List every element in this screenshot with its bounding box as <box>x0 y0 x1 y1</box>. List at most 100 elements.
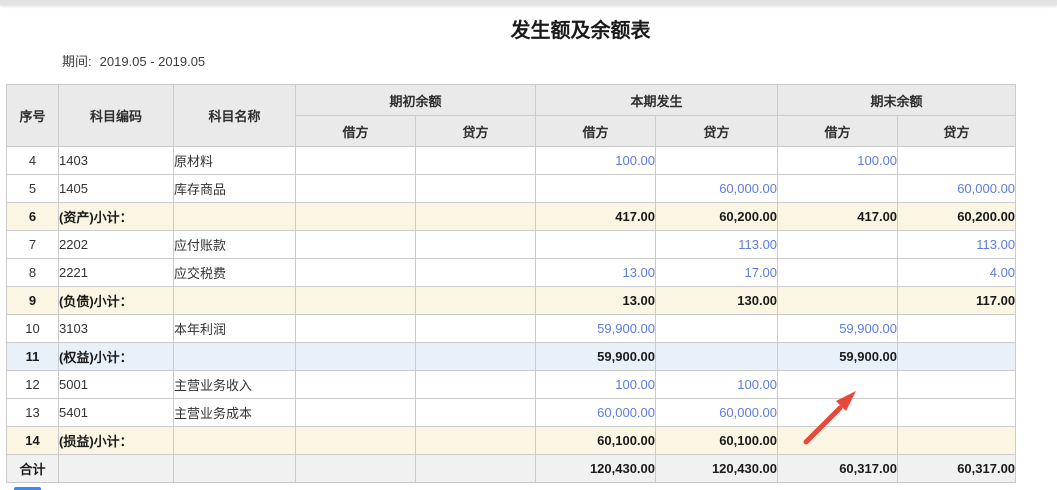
cell-ending-credit: 117.00 <box>898 287 1016 315</box>
cell-ending-debit: 60,317.00 <box>778 455 898 483</box>
cell-current-debit-link[interactable]: 60,000.00 <box>536 399 656 427</box>
cell-name: 主营业务成本 <box>174 399 296 427</box>
cell-ending-debit-link[interactable]: 59,900.00 <box>778 315 898 343</box>
col-header-ending-credit: 贷方 <box>898 116 1016 147</box>
cell-ending-debit: 417.00 <box>778 203 898 231</box>
cell-ending-credit <box>898 315 1016 343</box>
cell-seq: 8 <box>7 259 59 287</box>
cell-name: 原材料 <box>174 147 296 175</box>
cell-current-credit <box>656 343 778 371</box>
cell-current-debit-link[interactable]: 13.00 <box>536 259 656 287</box>
cell-current-credit: 60,200.00 <box>656 203 778 231</box>
cell-current-debit <box>536 175 656 203</box>
period-line: 期间: 2019.05 - 2019.05 <box>62 51 205 70</box>
cell-name: 应交税费 <box>174 259 296 287</box>
cell-ending-credit <box>898 427 1016 455</box>
period-label: 期间: <box>62 54 92 69</box>
cell-seq: 12 <box>7 371 59 399</box>
col-group-current-period: 本期发生 <box>536 85 778 116</box>
cell-opening-credit <box>416 231 536 259</box>
period-value: 2019.05 - 2019.05 <box>100 54 206 69</box>
cell-current-credit-link[interactable]: 60,000.00 <box>656 399 778 427</box>
cell-opening-debit <box>296 399 416 427</box>
cell-name <box>174 343 296 371</box>
cell-ending-credit <box>898 147 1016 175</box>
cell-ending-credit: 60,317.00 <box>898 455 1016 483</box>
cell-ending-credit <box>898 371 1016 399</box>
cell-ending-debit-link[interactable]: 100.00 <box>778 147 898 175</box>
cell-opening-credit <box>416 371 536 399</box>
cell-opening-debit <box>296 231 416 259</box>
cell-current-credit <box>656 315 778 343</box>
cell-seq: 5 <box>7 175 59 203</box>
cell-seq: 11 <box>7 343 59 371</box>
col-header-current-credit: 贷方 <box>656 116 778 147</box>
cell-current-credit-link[interactable]: 60,000.00 <box>656 175 778 203</box>
cell-opening-debit <box>296 427 416 455</box>
cell-ending-credit <box>898 343 1016 371</box>
cell-current-credit-link[interactable]: 100.00 <box>656 371 778 399</box>
table-row-4: 4 1403 原材料 100.00 100.00 <box>7 147 1016 175</box>
table-row-5: 5 1405 库存商品 60,000.00 60,000.00 <box>7 175 1016 203</box>
cell-code: 1405 <box>59 175 174 203</box>
cell-opening-debit <box>296 147 416 175</box>
cell-total-label: 合计 <box>7 455 59 483</box>
col-group-ending-balance: 期末余额 <box>778 85 1016 116</box>
cell-current-debit-link[interactable]: 100.00 <box>536 147 656 175</box>
cell-ending-credit <box>898 399 1016 427</box>
header-group-row: 序号 科目编码 科目名称 期初余额 本期发生 期末余额 <box>7 85 1016 116</box>
cell-current-credit: 120,430.00 <box>656 455 778 483</box>
cell-opening-credit <box>416 427 536 455</box>
subtotal-row-equity: 11 (权益)小计： 59,900.00 59,900.00 <box>7 343 1016 371</box>
cell-ending-debit <box>778 259 898 287</box>
cell-code: 1403 <box>59 147 174 175</box>
cell-ending-credit: 60,200.00 <box>898 203 1016 231</box>
cell-current-credit-link[interactable]: 17.00 <box>656 259 778 287</box>
cell-current-debit: 13.00 <box>536 287 656 315</box>
cell-subtotal-label: (资产)小计： <box>59 203 174 231</box>
grand-total-row: 合计 120,430.00 120,430.00 60,317.00 60,31… <box>7 455 1016 483</box>
cell-opening-credit <box>416 175 536 203</box>
cell-opening-debit <box>296 287 416 315</box>
col-header-seq: 序号 <box>7 85 59 147</box>
cell-ending-credit-link[interactable]: 113.00 <box>898 231 1016 259</box>
table-row-10: 10 3103 本年利润 59,900.00 59,900.00 <box>7 315 1016 343</box>
cell-name <box>174 427 296 455</box>
cell-ending-debit: 59,900.00 <box>778 343 898 371</box>
col-header-opening-debit: 借方 <box>296 116 416 147</box>
cell-current-debit: 60,100.00 <box>536 427 656 455</box>
cell-opening-debit <box>296 203 416 231</box>
cell-current-credit-link[interactable]: 113.00 <box>656 231 778 259</box>
cell-ending-debit <box>778 371 898 399</box>
cell-ending-debit <box>778 231 898 259</box>
cell-opening-debit <box>296 315 416 343</box>
toolbar-bottom-edge <box>0 0 1057 5</box>
cell-ending-debit <box>778 175 898 203</box>
cell-ending-debit <box>778 399 898 427</box>
cell-name: 本年利润 <box>174 315 296 343</box>
cell-ending-credit-link[interactable]: 4.00 <box>898 259 1016 287</box>
cell-name: 应付账款 <box>174 231 296 259</box>
cell-code: 3103 <box>59 315 174 343</box>
cell-current-credit <box>656 147 778 175</box>
cell-current-debit: 417.00 <box>536 203 656 231</box>
cell-current-credit: 130.00 <box>656 287 778 315</box>
cell-subtotal-label: (损益)小计： <box>59 427 174 455</box>
cell-opening-credit <box>416 455 536 483</box>
cell-ending-credit-link[interactable]: 60,000.00 <box>898 175 1016 203</box>
cell-subtotal-label: (负债)小计： <box>59 287 174 315</box>
cell-opening-credit <box>416 315 536 343</box>
cell-current-debit-link[interactable]: 59,900.00 <box>536 315 656 343</box>
cell-current-credit: 60,100.00 <box>656 427 778 455</box>
cell-opening-credit <box>416 203 536 231</box>
cell-seq: 10 <box>7 315 59 343</box>
col-header-current-debit: 借方 <box>536 116 656 147</box>
cell-opening-credit <box>416 287 536 315</box>
cell-name: 主营业务收入 <box>174 371 296 399</box>
cell-ending-debit <box>778 287 898 315</box>
cell-current-debit-link[interactable]: 100.00 <box>536 371 656 399</box>
cell-opening-debit <box>296 175 416 203</box>
col-header-name: 科目名称 <box>174 85 296 147</box>
table-row-8: 8 2221 应交税费 13.00 17.00 4.00 <box>7 259 1016 287</box>
cell-code: 5401 <box>59 399 174 427</box>
